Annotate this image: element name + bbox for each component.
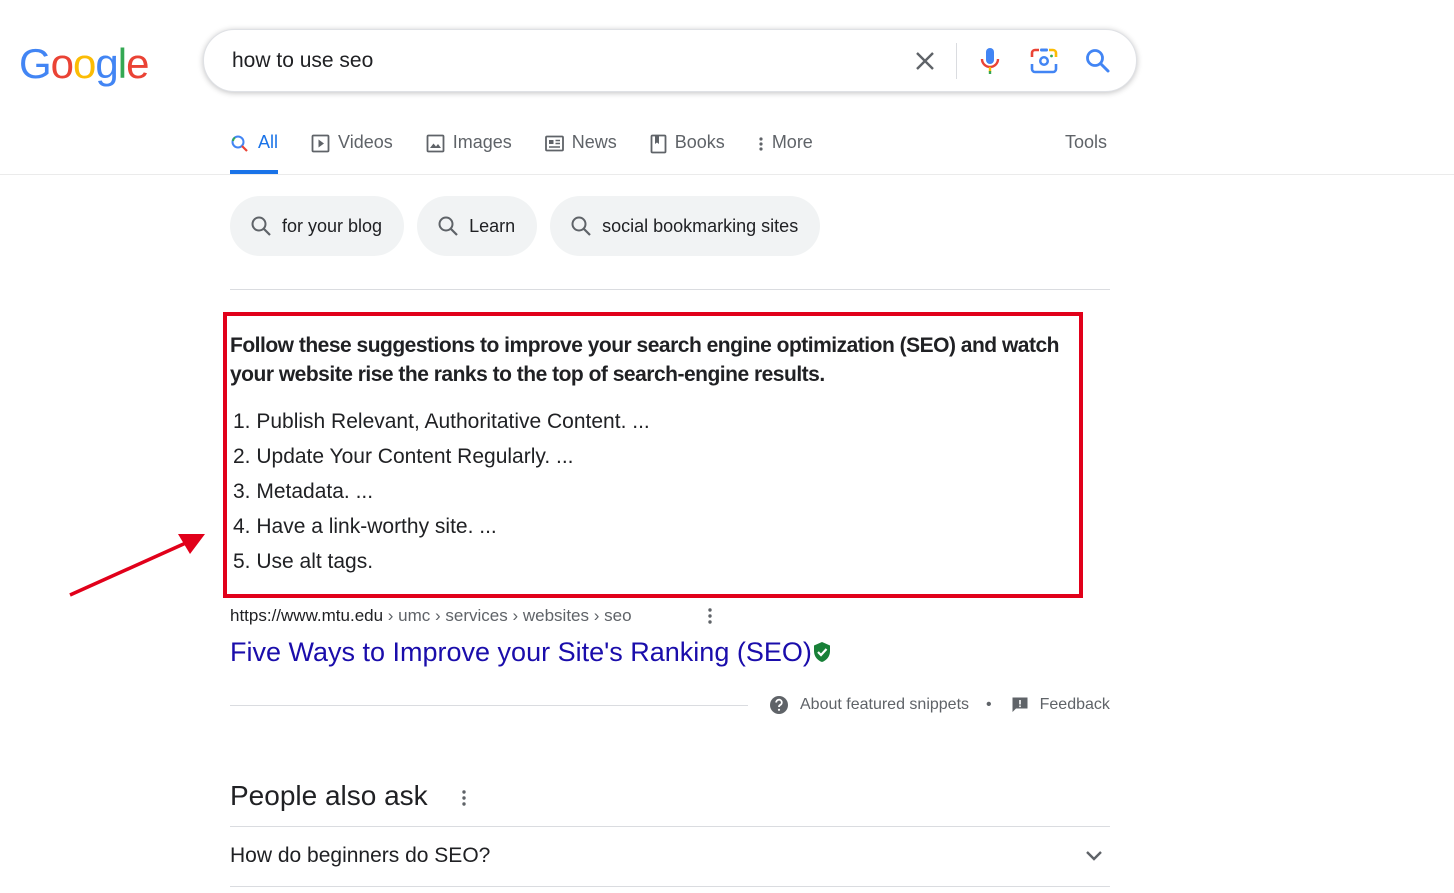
chip-label: social bookmarking sites: [602, 215, 799, 236]
feedback-icon: [1012, 697, 1028, 712]
tab-label: All: [258, 132, 279, 152]
close-icon[interactable]: [908, 44, 942, 78]
tab-label: More: [771, 132, 813, 152]
result-domain: https://www.mtu.edu: [230, 606, 384, 625]
list-item: 5. Use alt tags.: [233, 550, 374, 573]
play-icon: [311, 134, 330, 153]
logo-letter: o: [50, 40, 74, 87]
search-icon: [251, 216, 271, 236]
search-icon: [438, 216, 458, 236]
snippet-list: 1. Publish Relevant, Authoritative Conte…: [233, 404, 650, 579]
chip-learn[interactable]: Learn: [417, 196, 538, 256]
list-item: 1. Publish Relevant, Authoritative Conte…: [233, 410, 650, 433]
footer-divider: [230, 705, 748, 706]
search-icon: [231, 135, 248, 152]
google-logo[interactable]: Google: [19, 40, 149, 88]
tab-books[interactable]: Books: [650, 130, 725, 174]
camera-lens-icon[interactable]: [1027, 44, 1061, 78]
result-title-link[interactable]: Five Ways to Improve your Site's Ranking…: [230, 637, 812, 668]
annotation-arrow-icon: [69, 534, 205, 597]
tab-videos[interactable]: Videos: [311, 130, 393, 174]
image-icon: [426, 134, 445, 153]
result-menu-icon[interactable]: [700, 604, 720, 628]
refinement-chips: for your blog Learn social bookmarking s…: [230, 196, 821, 256]
logo-letter: G: [19, 40, 52, 87]
newspaper-icon: [544, 135, 564, 152]
footer-separator: •: [986, 696, 992, 713]
chip-for-your-blog[interactable]: for your blog: [230, 196, 405, 256]
paa-divider: [230, 826, 1110, 827]
tab-more[interactable]: More: [758, 130, 813, 174]
about-snippets-link[interactable]: About featured snippets: [800, 696, 969, 714]
result-citation[interactable]: https://www.mtu.edu › umc › services › w…: [230, 606, 632, 626]
more-vertical-icon: [759, 137, 763, 151]
list-item: 3. Metadata. ...: [233, 480, 374, 503]
verified-shield-icon: [814, 642, 830, 662]
logo-letter: e: [126, 40, 149, 87]
list-item: 4. Have a link-worthy site. ...: [233, 515, 497, 538]
search-icon[interactable]: [1081, 44, 1115, 78]
people-also-ask-heading: People also ask: [230, 780, 428, 811]
list-item: 2. Update Your Content Regularly. ...: [233, 445, 574, 468]
tab-news[interactable]: News: [544, 130, 617, 174]
paa-menu-icon[interactable]: [454, 786, 474, 810]
chip-label: Learn: [469, 215, 516, 236]
chip-label: for your blog: [282, 215, 383, 236]
paa-question[interactable]: How do beginners do SEO?: [230, 844, 490, 868]
book-icon: [650, 134, 667, 154]
logo-letter: g: [95, 40, 118, 87]
snippet-lead-text: Follow these suggestions to improve your…: [230, 334, 1059, 386]
snippet-footer: About featured snippets • Feedback: [769, 695, 1110, 715]
search-bar[interactable]: how to use seo: [203, 29, 1137, 92]
chips-divider: [230, 289, 1110, 290]
result-breadcrumb: › umc › services › websites › seo: [383, 606, 632, 625]
tab-label: Images: [452, 132, 512, 152]
microphone-icon[interactable]: [973, 44, 1007, 78]
tab-label: News: [571, 132, 617, 152]
chip-social-bookmarking-sites[interactable]: social bookmarking sites: [550, 196, 821, 256]
tab-label: Videos: [338, 132, 393, 152]
search-divider: [956, 43, 957, 79]
search-input[interactable]: how to use seo: [232, 49, 373, 73]
chevron-down-icon[interactable]: [1082, 846, 1106, 866]
logo-letter: l: [117, 40, 127, 87]
search-icon: [571, 216, 591, 236]
tools-button[interactable]: Tools: [1065, 132, 1107, 153]
logo-letter: o: [73, 40, 96, 87]
feedback-link[interactable]: Feedback: [1040, 696, 1110, 714]
tab-images[interactable]: Images: [426, 130, 512, 174]
paa-divider: [230, 886, 1110, 887]
search-tabs: All Videos Images News Books More: [230, 130, 846, 174]
tabs-divider: [0, 174, 1454, 175]
tab-label: Books: [674, 132, 725, 152]
help-icon: [770, 696, 788, 714]
tab-all[interactable]: All: [230, 130, 279, 174]
